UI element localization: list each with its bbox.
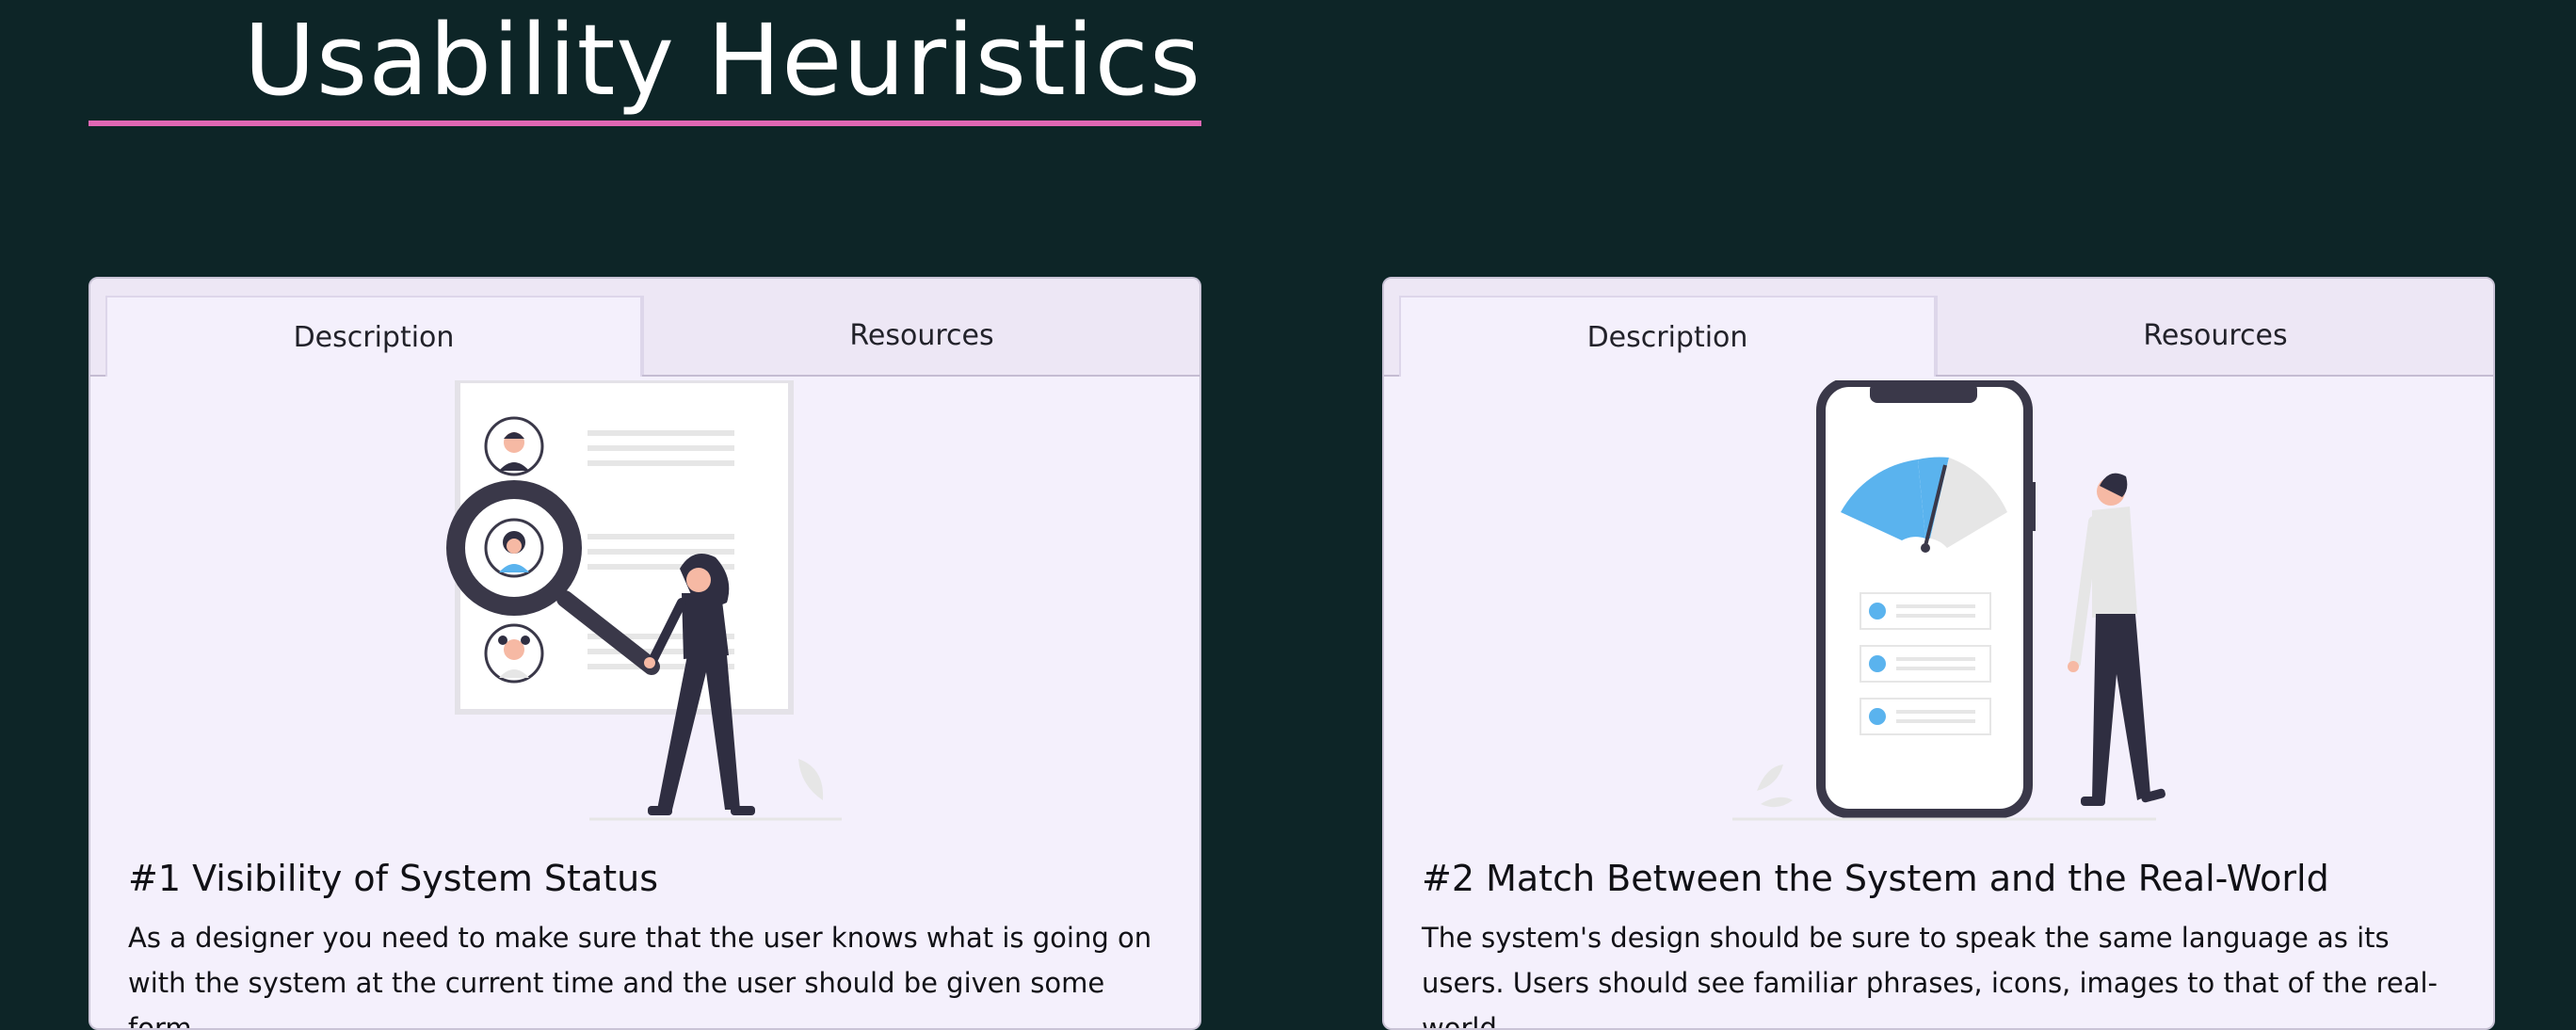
tab-description[interactable]: Description	[105, 296, 642, 377]
magnifying-glass-illustration	[446, 380, 842, 821]
phone-gauge-illustration	[1732, 380, 2165, 821]
tab-description[interactable]: Description	[1399, 296, 1936, 377]
page-title-underline: Usability Heuristics	[89, 0, 1201, 126]
card-heading: #2 Match Between the System and the Real…	[1422, 858, 2329, 899]
card-description: As a designer you need to make sure that…	[128, 922, 1152, 1030]
heuristic-card-1: Description Resources #1 Visibility of S…	[89, 277, 1201, 1030]
tab-resources[interactable]: Resources	[1936, 296, 2493, 375]
tab-bar: Description Resources	[1384, 279, 2493, 377]
tab-resources[interactable]: Resources	[642, 296, 1199, 375]
page-title: Usability Heuristics	[243, 3, 1201, 118]
heuristic-card-2: Description Resources #2 Match Between t…	[1382, 277, 2495, 1030]
tab-bar: Description Resources	[90, 279, 1199, 377]
card-heading: #1 Visibility of System Status	[128, 858, 659, 899]
card-description: The system's design should be sure to sp…	[1422, 922, 2438, 1030]
